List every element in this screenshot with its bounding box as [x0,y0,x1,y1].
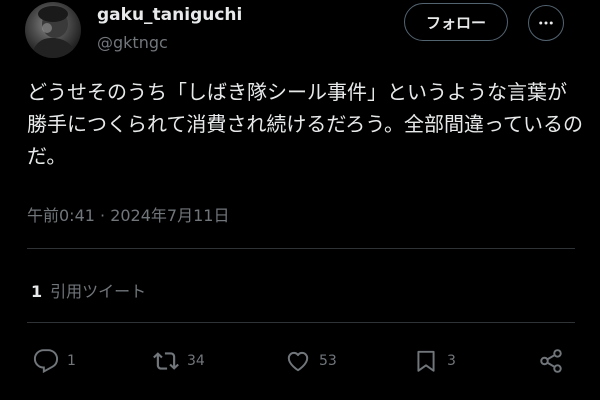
share-icon [540,349,562,373]
tweet-detail-screen: gaku_taniguchi @gktngc フォロー どうせそのうち「しばき隊… [0,0,600,400]
divider-bottom [27,322,575,323]
avatar[interactable] [25,2,81,58]
bookmark-icon [417,350,435,372]
more-options-button[interactable] [528,5,564,41]
bookmark-button[interactable]: 3 [413,346,456,376]
avatar-photo-icon [31,6,77,58]
retweet-button[interactable]: 34 [153,346,205,376]
author-display-name[interactable]: gaku_taniguchi [97,5,242,25]
like-count: 53 [319,353,337,369]
quote-tweets-link[interactable]: 1 引用ツイート [31,278,146,302]
follow-button[interactable]: フォロー [404,3,508,41]
tweet-timestamp[interactable]: 午前0:41 · 2024年7月11日 [27,202,229,226]
share-button[interactable] [538,346,564,376]
retweet-icon [153,352,179,370]
reply-count: 1 [67,353,76,369]
tweet-text: どうせそのうち「しばき隊シール事件」というような言葉が勝手につくられて消費され続… [27,80,583,168]
heart-icon [287,351,309,372]
retweet-count: 34 [187,353,205,369]
like-button[interactable]: 53 [285,346,337,376]
reply-button[interactable]: 1 [33,346,76,376]
bookmark-count: 3 [447,353,456,369]
more-horizontal-icon [539,21,553,25]
author-handle[interactable]: @gktngc [97,33,168,52]
quote-label: 引用ツイート [50,282,147,301]
reply-icon [33,349,59,374]
divider-top [27,248,575,249]
quote-count: 1 [31,282,43,301]
